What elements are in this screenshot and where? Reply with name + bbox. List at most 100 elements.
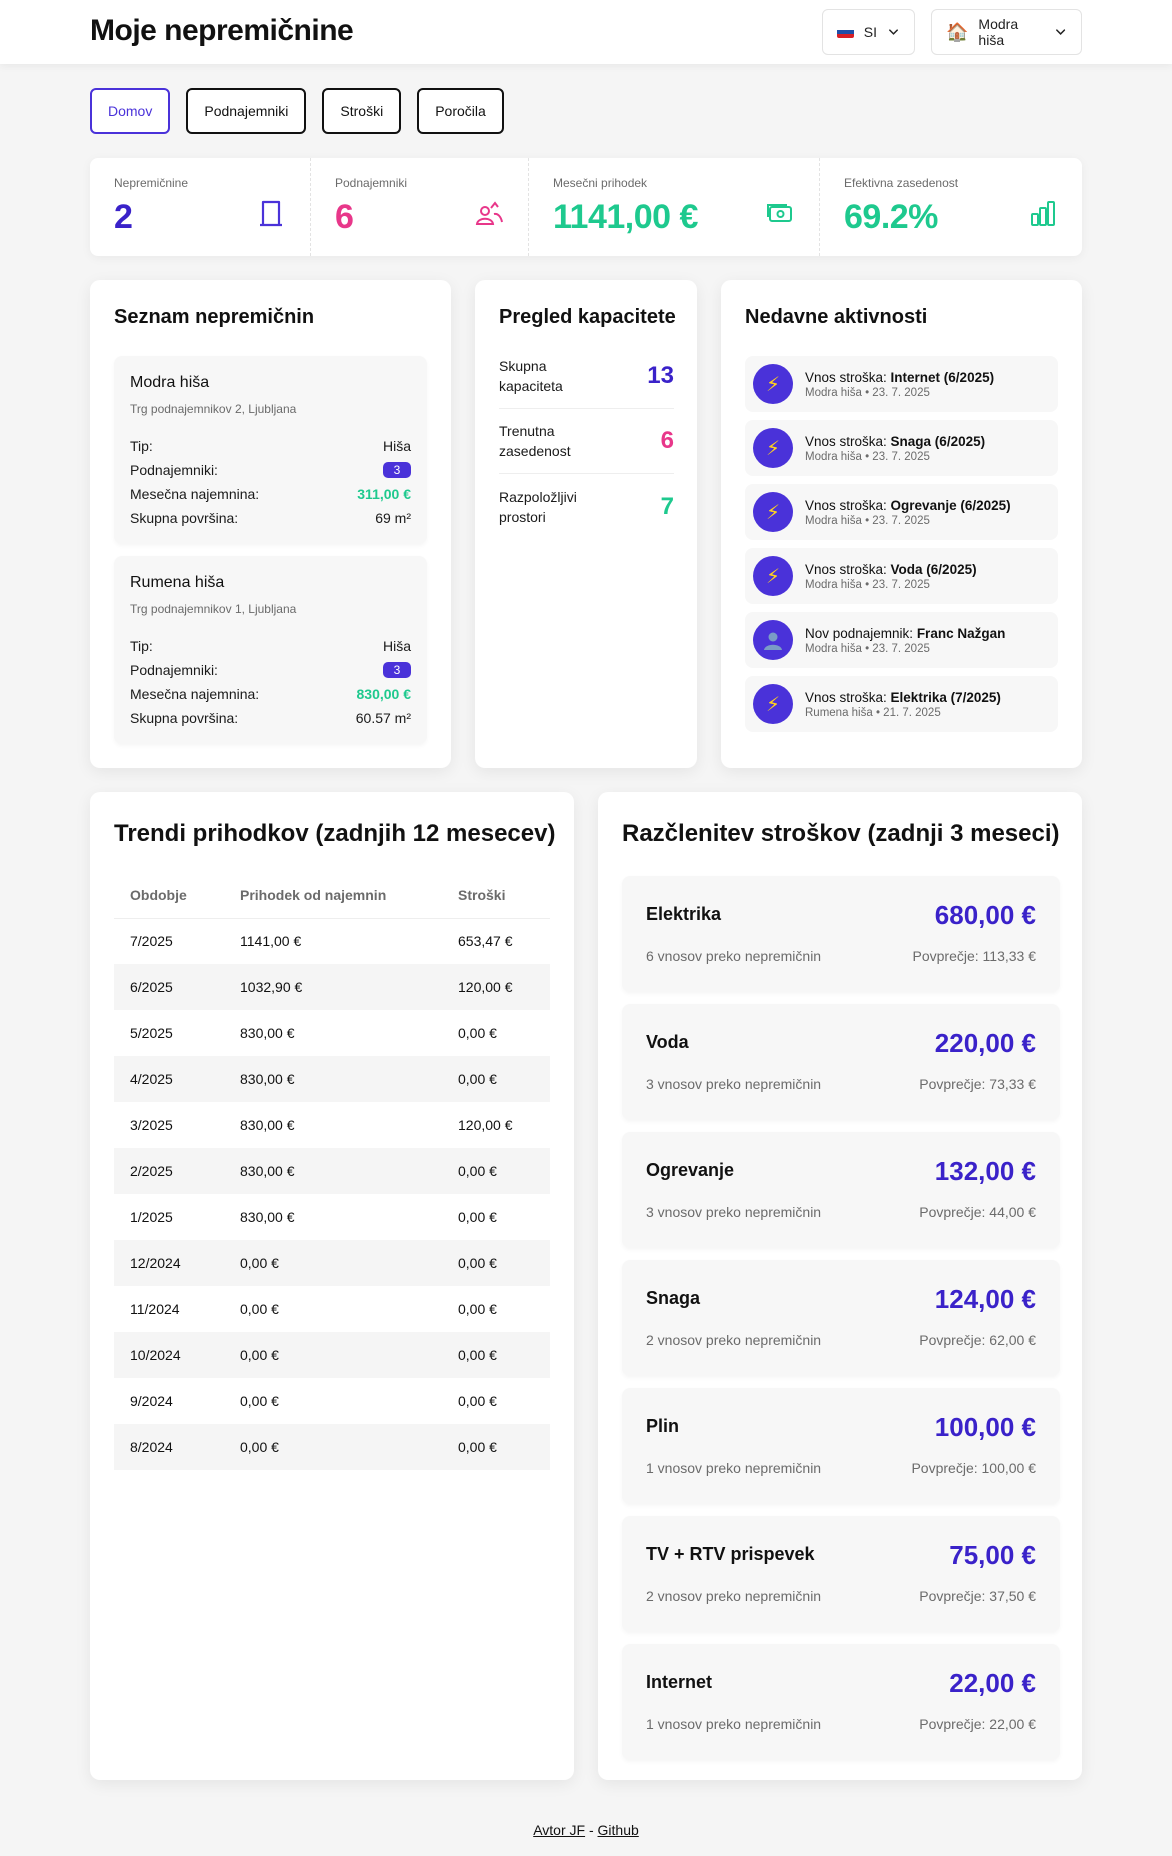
table-row: 10/2024 0,00 €0,00 € xyxy=(114,1332,550,1378)
income-cell: 0,00 € xyxy=(224,1332,442,1378)
property-item[interactable]: Modra hiša Trg podnajemnikov 2, Ljubljan… xyxy=(114,356,427,544)
expense-average: Povprečje: 22,00 € xyxy=(919,1716,1036,1732)
expense-cell: 120,00 € xyxy=(458,1117,513,1133)
activity-item[interactable]: ⚡ Vnos stroška: Elektrika (7/2025) Rumena… xyxy=(745,676,1058,732)
expense-item[interactable]: Elektrika 680,00 € 6 vnosov preko nepremič… xyxy=(622,876,1060,992)
expense-average: Povprečje: 37,50 € xyxy=(919,1588,1036,1604)
stat-occupancy: Efektivna zasedenost 69.2% xyxy=(820,158,1082,256)
activity-prefix: Vnos stroška: xyxy=(805,561,891,577)
expense-name: Internet xyxy=(646,1672,713,1692)
expense-name: Snaga xyxy=(646,1288,701,1308)
period-cell: 10/2024 xyxy=(114,1332,224,1378)
expense-item[interactable]: Snaga 124,00 € 2 vnosov preko nepremičnin P… xyxy=(622,1260,1060,1376)
tab-domov[interactable]: Domov xyxy=(90,88,171,134)
activity-item[interactable]: ⚡ Vnos stroška: Ogrevanje (6/2025) Modra … xyxy=(745,484,1058,540)
capacity-value: 13 xyxy=(647,362,674,389)
activity-prefix: Vnos stroška: xyxy=(805,369,891,385)
income-cell: 0,00 € xyxy=(240,1301,279,1317)
bar-chart-icon xyxy=(1031,201,1055,226)
expense-item[interactable]: Ogrevanje 132,00 € 3 vnosov preko nepremič… xyxy=(622,1132,1060,1248)
capacity-card: Pregled kapacitete Skupna kapaciteta 13 … xyxy=(475,280,697,768)
house-icon: 🏠 xyxy=(946,22,969,42)
activity-prefix: Vnos stroška: xyxy=(805,497,891,513)
expense-amount: 132,00 € xyxy=(934,1156,1036,1186)
income-cell: 0,00 € xyxy=(224,1240,442,1286)
expense-name: Voda xyxy=(646,1032,689,1052)
area-value: 60.57 m² xyxy=(355,710,411,726)
rent-value: 311,00 € xyxy=(357,486,411,502)
tenants-label: Podnajemniki: xyxy=(130,662,218,678)
rent-value: 830,00 € xyxy=(356,686,412,702)
type-value: Hiša xyxy=(382,438,411,454)
activity-item[interactable]: ⚡ Vnos stroška: Internet (6/2025) Modra h… xyxy=(745,356,1058,412)
author-link[interactable]: Avtor JF xyxy=(533,1822,585,1838)
tab-podnajemniki[interactable]: Podnajemniki xyxy=(186,88,307,134)
tenants-label: Podnajemniki: xyxy=(130,462,218,478)
table-row: 8/2024 0,00 €0,00 € xyxy=(114,1424,550,1470)
github-link[interactable]: Github xyxy=(598,1822,639,1838)
bolt-icon: ⚡ xyxy=(753,492,793,532)
language-select[interactable]: SI xyxy=(822,9,915,55)
column-header: Obdobje xyxy=(114,872,224,919)
property-item[interactable]: Rumena hiša Trg podnajemnikov 1, Ljublja… xyxy=(114,556,427,744)
table-row: 6/2025 1032,90 €120,00 € xyxy=(114,964,550,1010)
property-name: Rumena hiša xyxy=(130,574,225,591)
expense-item[interactable]: Voda 220,00 € 3 vnosov preko nepremičnin Po… xyxy=(622,1004,1060,1120)
expense-amount: 100,00 € xyxy=(934,1412,1036,1442)
income-trends-table: Obdobje Prihodek od najemnin Stroški 7/2… xyxy=(114,872,550,1470)
expense-name: Elektrika xyxy=(646,904,722,924)
card-title: Nedavne aktivnosti xyxy=(745,306,928,328)
expense-cell: 0,00 € xyxy=(442,1332,550,1378)
property-list-card: Seznam nepremičnin Modra hiša Trg podnaj… xyxy=(90,280,451,768)
activity-subject: Voda (6/2025) xyxy=(890,561,977,577)
stat-label: Podnajemniki xyxy=(335,176,408,190)
activity-meta: Modra hiša • 23. 7. 2025 xyxy=(805,386,930,399)
property-address: Trg podnajemnikov 2, Ljubljana xyxy=(130,402,297,416)
tab-stroski[interactable]: Stroški xyxy=(322,88,402,134)
column-header: Prihodek od najemnin xyxy=(224,872,442,919)
person-icon xyxy=(753,620,793,660)
expense-item[interactable]: TV + RTV prispevek 75,00 € 2 vnosov preko … xyxy=(622,1516,1060,1632)
people-icon xyxy=(475,201,503,225)
period-cell: 6/2025 xyxy=(114,964,224,1010)
expense-cell: 653,47 € xyxy=(458,933,513,950)
capacity-value: 6 xyxy=(660,427,674,454)
expense-breakdown-card: Razčlenitev stroškov (zadnji 3 meseci) E… xyxy=(598,792,1082,1780)
capacity-row: Skupna kapaciteta 13 xyxy=(499,344,674,409)
area-value: 69 m² xyxy=(375,510,411,526)
activity-prefix: Vnos stroška: xyxy=(805,689,891,705)
expense-average: Povprečje: 73,33 € xyxy=(919,1076,1036,1092)
income-cell: 0,00 € xyxy=(240,1393,279,1409)
money-icon xyxy=(767,204,792,222)
property-select[interactable]: 🏠 Modra hiša xyxy=(931,9,1082,55)
stat-income: Mesečni prihodek 1141,00 € xyxy=(529,158,820,256)
expense-cell: 0,00 € xyxy=(458,1393,497,1409)
expense-item[interactable]: Plin 100,00 € 1 vnosov preko nepremičnin Po… xyxy=(622,1388,1060,1504)
tab-porocila[interactable]: Poročila xyxy=(417,88,504,134)
period-cell: 7/2025 xyxy=(130,933,173,950)
expense-count: 2 vnosov preko nepremičnin xyxy=(646,1588,822,1604)
expense-average: Povprečje: 44,00 € xyxy=(919,1204,1036,1220)
stat-label: Efektivna zasedenost xyxy=(844,176,959,190)
language-label: SI xyxy=(863,24,877,40)
tenants-badge: 3 xyxy=(383,462,411,478)
expense-name: Plin xyxy=(646,1416,680,1436)
activity-item[interactable]: Nov podnajemnik: Franc Nažgan Modra hiša … xyxy=(745,612,1058,668)
capacity-label: Razpoložljivi prostori xyxy=(499,488,577,525)
rent-label: Mesečna najemnina: xyxy=(130,686,260,702)
card-title: Pregled kapacitete xyxy=(499,306,676,328)
activity-subject: Internet (6/2025) xyxy=(890,369,995,385)
bolt-icon: ⚡ xyxy=(753,428,793,468)
type-label: Tip: xyxy=(130,438,153,454)
table-row: 1/2025 830,00 € 0,00 € xyxy=(114,1194,550,1240)
expense-item[interactable]: Internet 22,00 € 1 vnosov preko nepremični… xyxy=(622,1644,1060,1760)
activity-item[interactable]: ⚡ Vnos stroška: Snaga (6/2025) Modra hiša… xyxy=(745,420,1058,476)
activity-item[interactable]: ⚡ Vnos stroška: Voda (6/2025) Modra hiša … xyxy=(745,548,1058,604)
expense-count: 1 vnosov preko nepremičnin xyxy=(646,1716,822,1732)
capacity-row: Trenutna zasedenost 6 xyxy=(499,409,674,474)
activity-meta: Modra hiša • 23. 7. 2025 xyxy=(805,514,930,527)
expense-cell: 0,00 € xyxy=(458,1301,497,1317)
bolt-icon: ⚡ xyxy=(753,684,793,724)
period-cell: 8/2024 xyxy=(114,1424,224,1470)
expense-average: Povprečje: 100,00 € xyxy=(911,1460,1036,1476)
